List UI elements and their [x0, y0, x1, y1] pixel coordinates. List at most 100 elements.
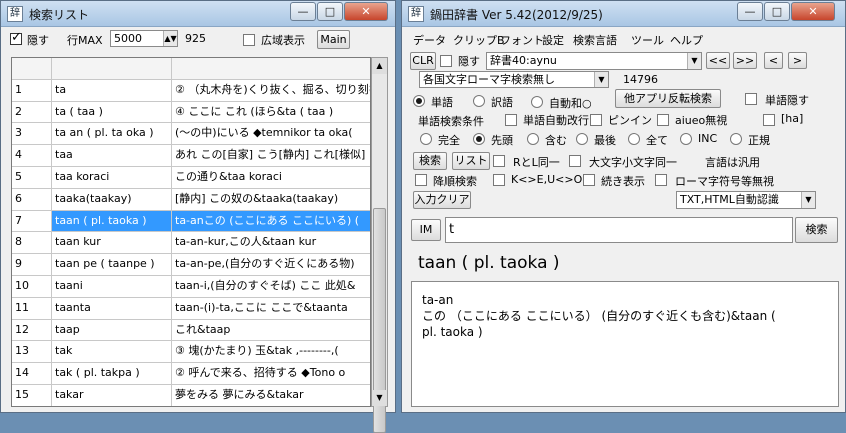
result-text-area[interactable]: ta-an この （ここにある ここにいる） (自分のすぐ近くも含む)&taan… [411, 281, 839, 407]
list-item[interactable]: 11taantataan-(i)-ta,ここに ここで&taanta [12, 298, 371, 320]
match-regex-radio[interactable] [730, 133, 742, 145]
input-clear-button[interactable]: 入力クリア [413, 191, 471, 209]
chevron-down-icon[interactable]: ▼ [801, 192, 815, 208]
result-line: ta-an [422, 292, 828, 308]
ha-checkbox[interactable] [763, 114, 775, 126]
list-cell-word: taani [52, 276, 172, 297]
match-suffix-radio[interactable] [576, 133, 588, 145]
list-cell-desc: taan-i,(自分のすぐそば) ここ 此処& [172, 276, 371, 297]
list-item[interactable]: 8taan kurta-an-kur,この人&taan kur [12, 232, 371, 254]
im-button[interactable]: IM [411, 219, 441, 241]
match-exact-radio[interactable] [420, 133, 432, 145]
scroll-down-icon[interactable]: ▼ [372, 390, 387, 406]
spinner-arrows-icon[interactable]: ▲▼ [163, 31, 177, 46]
hide-checkbox[interactable] [440, 55, 452, 67]
mode-word-radio[interactable] [413, 95, 425, 107]
menu-clipboard[interactable]: クリップB [453, 32, 505, 48]
dictionary-select[interactable]: 辞書40:aynu ▼ [486, 52, 702, 70]
list-item[interactable]: 14tak ( pl. takpa )② 呼んで来る、招待する ◆Tono o [12, 363, 371, 385]
menu-data[interactable]: データ [413, 32, 446, 48]
auto-wrap-label: 単語自動改行 [523, 112, 589, 128]
close-button[interactable]: ✕ [791, 2, 835, 21]
match-suffix-label: 最後 [594, 132, 616, 148]
list-item[interactable]: 7taan ( pl. taoka )ta-anこの (ここにある ここにいる)… [12, 211, 371, 233]
list-item[interactable]: 9taan pe ( taanpe )ta-an-pe,(自分のすぐ近くにある物… [12, 254, 371, 276]
ignore-aiueo-checkbox[interactable] [657, 114, 669, 126]
match-all-radio[interactable] [628, 133, 640, 145]
minimize-button[interactable]: — [737, 2, 763, 21]
chevron-down-icon[interactable]: ▼ [594, 72, 608, 87]
match-prefix-radio[interactable] [473, 133, 485, 145]
list-cell-word: taaka(taakay) [52, 189, 172, 210]
list-item[interactable]: 15takar夢をみる 夢にみる&takar [12, 385, 371, 407]
main-titlebar[interactable]: 辞 鍋田辞書 Ver 5.42(2012/9/25) — □ ✕ [402, 1, 845, 27]
menu-settings[interactable]: 設定 [542, 32, 564, 48]
list-item[interactable]: 2ta ( taa )④ ここに これ (ほら&ta ( taa ) [12, 102, 371, 124]
list-cell-desc: ④ ここに これ (ほら&ta ( taa ) [172, 102, 371, 123]
list-cell-word: ta an ( pl. ta oka ) [52, 123, 172, 144]
list-cell-desc: [静内] この奴の&taaka(taakay) [172, 189, 371, 210]
clr-button[interactable]: CLR [410, 52, 436, 70]
k-e-u-o-checkbox[interactable] [493, 174, 505, 186]
ignore-romaji-checkbox[interactable] [655, 174, 667, 186]
scope-select[interactable]: 各国文字ローマ字検索無し ▼ [419, 71, 609, 88]
match-inc-radio[interactable] [680, 133, 692, 145]
mode-translation-radio[interactable] [473, 95, 485, 107]
last-button[interactable]: >> [733, 52, 757, 69]
go-search-button[interactable]: 検索 [795, 217, 838, 243]
auto-wrap-checkbox[interactable] [505, 114, 517, 126]
list-item[interactable]: 4taaあれ この[自家] こう[静内] これ[様似] [12, 145, 371, 167]
list-cell-word: taan ( pl. taoka ) [52, 211, 172, 232]
case-insensitive-checkbox[interactable] [569, 155, 581, 167]
main-button[interactable]: Main [317, 30, 350, 49]
next-button[interactable]: > [788, 52, 807, 69]
hide-label: 隠す [27, 32, 49, 48]
close-button[interactable]: ✕ [344, 2, 388, 21]
word-hide-checkbox[interactable] [745, 93, 757, 105]
menu-help[interactable]: ヘルプ [670, 32, 703, 48]
list-item[interactable]: 10taanitaan-i,(自分のすぐそば) ここ 此処& [12, 276, 371, 298]
list-button[interactable]: リスト [452, 152, 490, 170]
list-item[interactable]: 6taaka(taakay)[静内] この奴の&taaka(taakay) [12, 189, 371, 211]
maximize-button[interactable]: □ [317, 2, 343, 21]
list-item[interactable]: 3ta an ( pl. ta oka )(〜の中)にいる ◆temnikor … [12, 123, 371, 145]
mode-auto-radio[interactable] [531, 96, 543, 108]
chevron-down-icon[interactable]: ▼ [687, 53, 701, 69]
format-select[interactable]: TXT,HTML自動認識 ▼ [676, 191, 816, 209]
maximize-button[interactable]: □ [764, 2, 790, 21]
hide-checkbox[interactable]: ✓ [10, 33, 22, 45]
descending-checkbox[interactable] [415, 174, 427, 186]
list-item[interactable]: 13tak③ 塊(かたまり) 玉&tak ,--------,( [12, 341, 371, 363]
ha-label: [ha] [781, 112, 803, 125]
wide-display-checkbox[interactable] [243, 34, 255, 46]
list-item[interactable]: 1ta② （丸木舟を)くり抜く、掘る、切り刻む [12, 80, 371, 102]
list-cell-desc: 夢をみる 夢にみる&takar [172, 385, 371, 406]
pinyin-label: ピンイン [608, 112, 652, 128]
list-item[interactable]: 12taapこれ&taap [12, 320, 371, 342]
menu-search-language[interactable]: 検索言語 [573, 32, 617, 48]
search-input[interactable]: t [445, 217, 793, 243]
list-cell-desc: (〜の中)にいる ◆temnikor ta oka( [172, 123, 371, 144]
max-rows-spinner[interactable]: 5000 ▲▼ [110, 30, 178, 47]
hide-label: 隠す [458, 53, 480, 69]
app-icon: 辞 [408, 6, 424, 22]
list-cell-n: 4 [12, 145, 52, 166]
result-list[interactable]: 1ta② （丸木舟を)くり抜く、掘る、切り刻む2ta ( taa )④ ここに … [11, 57, 371, 407]
continue-display-checkbox[interactable] [583, 174, 595, 186]
prev-button[interactable]: < [764, 52, 783, 69]
list-scrollbar[interactable]: ▲ ▼ [371, 57, 388, 407]
list-titlebar[interactable]: 辞 検索リスト — □ ✕ [1, 1, 395, 27]
minimize-button[interactable]: — [290, 2, 316, 21]
list-item[interactable]: 5taa koraciこの通り&taa koraci [12, 167, 371, 189]
r-l-same-checkbox[interactable] [493, 155, 505, 167]
search-button[interactable]: 検索 [413, 152, 447, 170]
other-app-reverse-button[interactable]: 他アプリ反転検索 [615, 89, 721, 108]
search-list-window: 辞 検索リスト — □ ✕ ✓ 隠す 行MAX 5000 ▲▼ 925 広域表示… [0, 0, 396, 413]
list-cell-n: 13 [12, 341, 52, 362]
match-contains-radio[interactable] [527, 133, 539, 145]
menu-font[interactable]: フォント [500, 32, 544, 48]
scroll-up-icon[interactable]: ▲ [372, 58, 387, 74]
menu-tools[interactable]: ツール [631, 32, 664, 48]
pinyin-checkbox[interactable] [590, 114, 602, 126]
first-button[interactable]: << [706, 52, 730, 69]
